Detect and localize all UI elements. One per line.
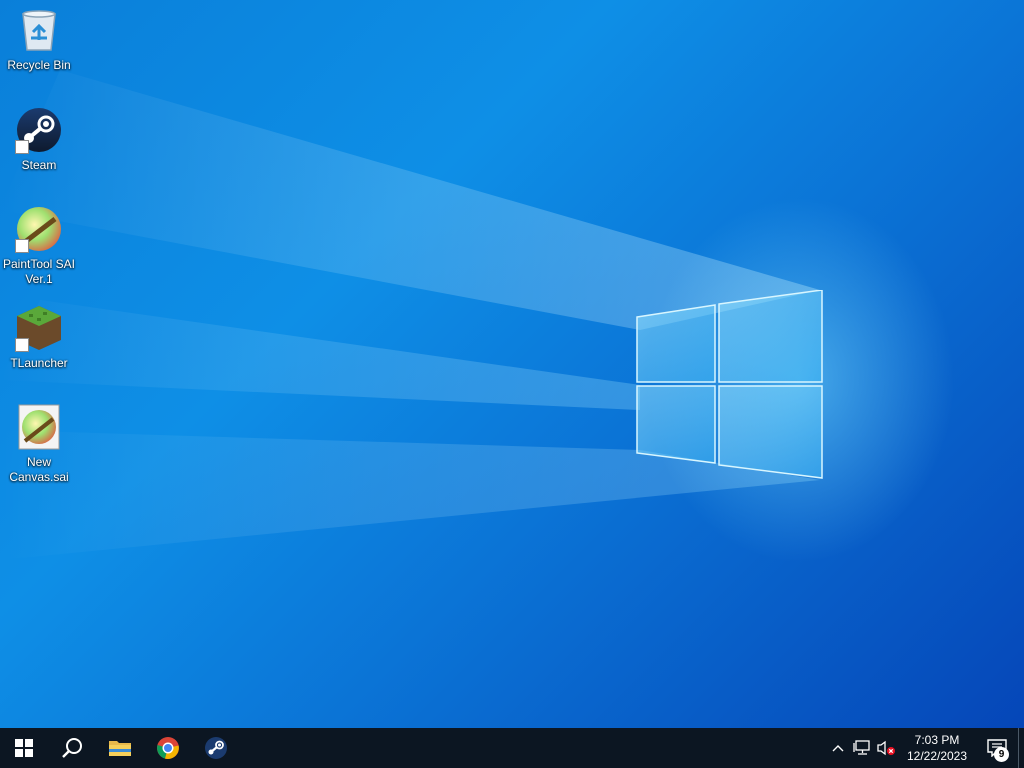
file-explorer-icon (109, 741, 131, 756)
desktop-icon-label: Recycle Bin (7, 58, 71, 72)
desktop-icon-label: TLauncher (10, 356, 68, 370)
notification-count-badge: 9 (994, 747, 1009, 762)
windows-logo-wallpaper (636, 290, 823, 479)
steam-icon (15, 106, 63, 154)
shortcut-arrow-icon (15, 239, 29, 253)
show-hidden-icons-button[interactable] (826, 728, 850, 768)
show-desktop-button[interactable] (1018, 728, 1024, 768)
search-icon (62, 738, 82, 758)
volume-muted-icon (877, 740, 895, 756)
chrome-icon (157, 737, 179, 759)
clock-date: 12/22/2023 (906, 749, 968, 763)
desktop[interactable]: Recycle Bin Steam PaintTool SAI Ver.1 TL… (0, 0, 1024, 728)
shortcut-arrow-icon (15, 140, 29, 154)
taskbar-steam[interactable] (192, 728, 240, 768)
search-button[interactable] (48, 728, 96, 768)
desktop-icon-label: PaintTool SAI Ver.1 (2, 257, 76, 286)
recycle-bin-icon (15, 6, 63, 54)
tlauncher-icon (15, 304, 63, 352)
desktop-icon-label: Steam (21, 158, 57, 172)
wallpaper-light-beams (0, 70, 820, 560)
taskbar-chrome[interactable] (144, 728, 192, 768)
clock[interactable]: 7:03 PM 12/22/2023 (898, 728, 976, 768)
taskbar: 7:03 PM 12/22/2023 9 (0, 728, 1024, 768)
desktop-icon-steam[interactable]: Steam (1, 106, 77, 173)
desktop-icon-new-canvas-sai[interactable]: New Canvas.sai (1, 403, 77, 485)
start-button[interactable] (0, 728, 48, 768)
shortcut-arrow-icon (15, 338, 29, 352)
desktop-icon-recycle-bin[interactable]: Recycle Bin (1, 6, 77, 73)
windows-start-icon (15, 739, 33, 757)
volume-button[interactable] (874, 728, 898, 768)
network-button[interactable] (850, 728, 874, 768)
notification-center-button[interactable]: 9 (976, 728, 1018, 768)
sai-file-icon (15, 403, 63, 451)
painttool-sai-icon (15, 205, 63, 253)
chevron-up-icon (832, 745, 844, 752)
network-icon (853, 740, 870, 755)
desktop-icon-label: New Canvas.sai (9, 455, 69, 484)
steam-icon (205, 737, 227, 759)
desktop-icon-painttool-sai[interactable]: PaintTool SAI Ver.1 (1, 205, 77, 287)
system-tray: 7:03 PM 12/22/2023 9 (826, 728, 1024, 768)
clock-time: 7:03 PM (914, 733, 960, 747)
taskbar-file-explorer[interactable] (96, 728, 144, 768)
desktop-icon-tlauncher[interactable]: TLauncher (1, 304, 77, 371)
